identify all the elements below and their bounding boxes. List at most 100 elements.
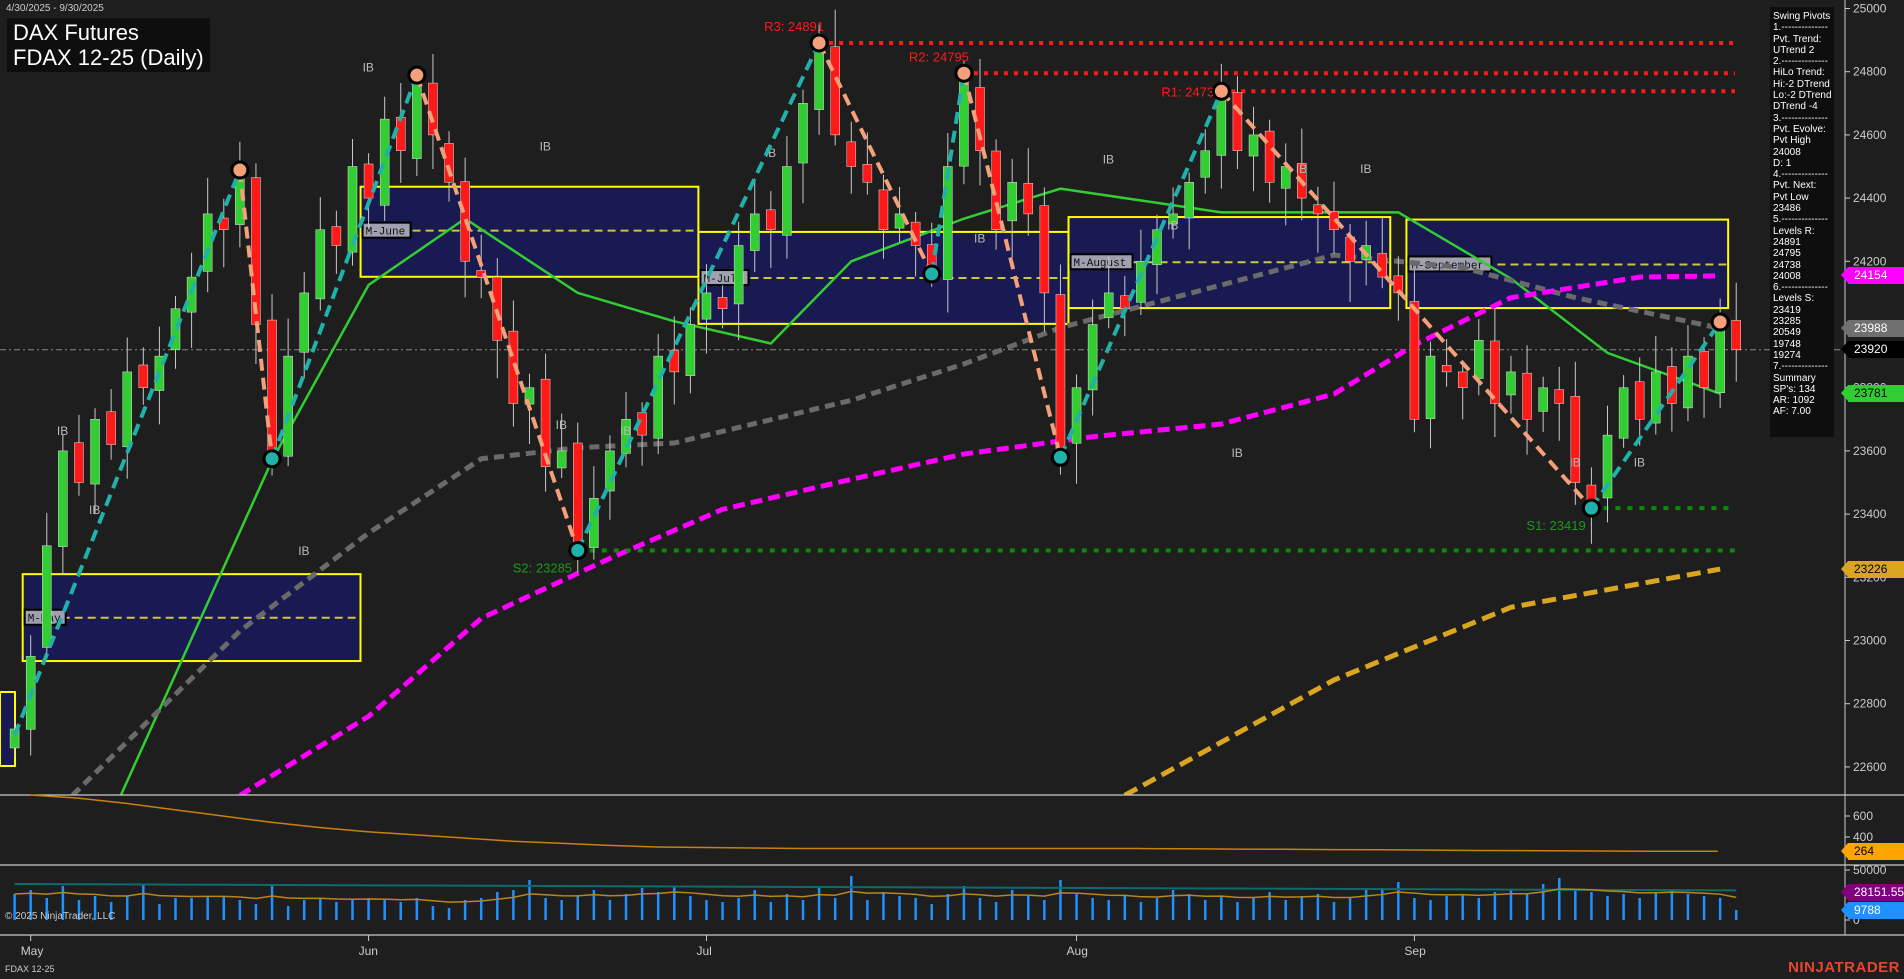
swing-high-marker (809, 33, 829, 53)
price-tag: 23781 (1841, 385, 1904, 403)
candle-body (58, 450, 68, 547)
inside-bar-label: IB (540, 140, 551, 154)
candle-body (830, 46, 840, 136)
date-range: 4/30/2025 - 9/30/2025 (6, 3, 104, 14)
info-line: Pvt High (1773, 135, 1811, 147)
candle-body (959, 77, 969, 167)
monthly-label: M-June (366, 227, 406, 239)
candle-body (363, 163, 374, 199)
info-line: 24891 (1773, 236, 1801, 248)
monthly-label: M-August (1074, 258, 1127, 270)
candle-body (749, 213, 760, 251)
info-line: 23285 (1773, 316, 1801, 328)
price-tag: 23226 (1841, 560, 1904, 578)
candle-body (1474, 340, 1484, 379)
price-tag: 23988 (1841, 319, 1904, 337)
candle-body (556, 450, 567, 469)
info-line: 24008 (1773, 270, 1801, 282)
info-line: 23486 (1773, 203, 1801, 215)
candle-body (1731, 320, 1741, 351)
price-tick-label: 22600 (1853, 760, 1887, 774)
swing-low-marker (568, 540, 588, 560)
moving-average-long (1123, 566, 1721, 795)
candle-body (202, 213, 213, 272)
candle-body (299, 292, 309, 353)
inside-bar-label: IB (974, 231, 985, 245)
candle-body (1634, 381, 1645, 420)
candle-body (878, 189, 889, 230)
swing-high-marker (1710, 312, 1730, 332)
inside-bar-label: IB (1167, 219, 1178, 233)
info-line: Pvt. Evolve: (1773, 123, 1826, 135)
candle-body (396, 116, 406, 151)
info-line: Pvt. Trend: (1773, 33, 1822, 45)
inside-bar-label: IB (57, 424, 68, 438)
swing-low-marker (1581, 498, 1601, 518)
copyright: © 2025 NinjaTrader, LLC (5, 911, 116, 922)
info-line: Swing Pivots (1773, 11, 1831, 22)
info-line: 3.-------------- (1773, 112, 1828, 124)
info-line: AF: 7.00 (1773, 406, 1811, 418)
candle-body (943, 166, 953, 280)
candle-body (1554, 389, 1564, 404)
date-tick-label: Aug (1067, 944, 1088, 958)
swing-pivots-panel: Swing Pivots 1.-------------- Pvt. Trend: U… (1770, 7, 1834, 437)
date-tick-label: Jul (696, 944, 711, 958)
candle-body (122, 371, 132, 448)
candle-body (42, 545, 52, 648)
inside-bar-label: IB (1231, 446, 1242, 460)
candle-body (782, 166, 792, 236)
price-chart[interactable]: M-MayM-JuneM-JulyM-AugustM-SeptemberR3: … (0, 0, 1904, 979)
candle-body (1457, 371, 1468, 388)
swing-low-marker (922, 264, 942, 284)
candle-body (444, 143, 454, 183)
candle-body (766, 209, 776, 230)
swing-high-marker (954, 63, 974, 83)
instrument-symbol: FDAX 12-25 (Daily) (13, 45, 204, 70)
date-tick-label: Jun (359, 944, 378, 958)
volume-tick-label: 50000 (1853, 863, 1887, 877)
info-line: 24795 (1773, 248, 1801, 260)
candle-body (1441, 365, 1452, 373)
candle-body (733, 245, 744, 305)
swing-low-marker (262, 449, 282, 469)
inside-bar-label: IB (1296, 162, 1307, 176)
candle-body (138, 364, 149, 388)
candle-body (653, 355, 663, 439)
candle-body (701, 292, 712, 320)
swing-high-marker (407, 65, 427, 85)
price-tick-label: 24600 (1853, 128, 1887, 142)
candle-body (685, 324, 696, 376)
candle-body (412, 84, 422, 159)
price-tick-label: 24800 (1853, 65, 1887, 79)
candle-body (1200, 150, 1211, 178)
price-tick-label: 23400 (1853, 507, 1887, 521)
info-line: D: 1 (1773, 157, 1792, 169)
swing-low-marker (1050, 447, 1070, 467)
price-tag: 24154 (1841, 267, 1904, 285)
candle-body (605, 450, 615, 492)
info-line: Hi:-2 DTrend (1773, 78, 1830, 90)
swing-down-leg (414, 74, 580, 552)
info-line: UTrend 2 (1773, 44, 1815, 56)
inside-bar-label: IB (89, 503, 100, 517)
support-label: S2: 23285 (513, 560, 572, 575)
price-tick-label: 24200 (1853, 254, 1887, 268)
candle-body (1618, 387, 1629, 439)
candle-body (1538, 387, 1548, 412)
info-line: 1.-------------- (1773, 22, 1828, 34)
candle-body (717, 297, 728, 309)
candle-body (186, 276, 197, 313)
price-tick-label: 22800 (1853, 697, 1887, 711)
candle-body (1007, 182, 1017, 222)
inside-bar-label: IB (556, 418, 567, 432)
candle-body (814, 49, 824, 110)
resistance-label: R3: 24891 (764, 19, 824, 34)
date-tick-label: May (21, 944, 44, 958)
price-tick-label: 25000 (1853, 2, 1887, 16)
chart-title-box: DAX Futures FDAX 12-25 (Daily) (7, 18, 210, 72)
candle-body (1184, 182, 1194, 219)
info-line: Lo:-2 DTrend (1773, 90, 1832, 102)
inside-bar-label: IB (363, 61, 374, 75)
support-label: S1: 23419 (1526, 518, 1585, 533)
